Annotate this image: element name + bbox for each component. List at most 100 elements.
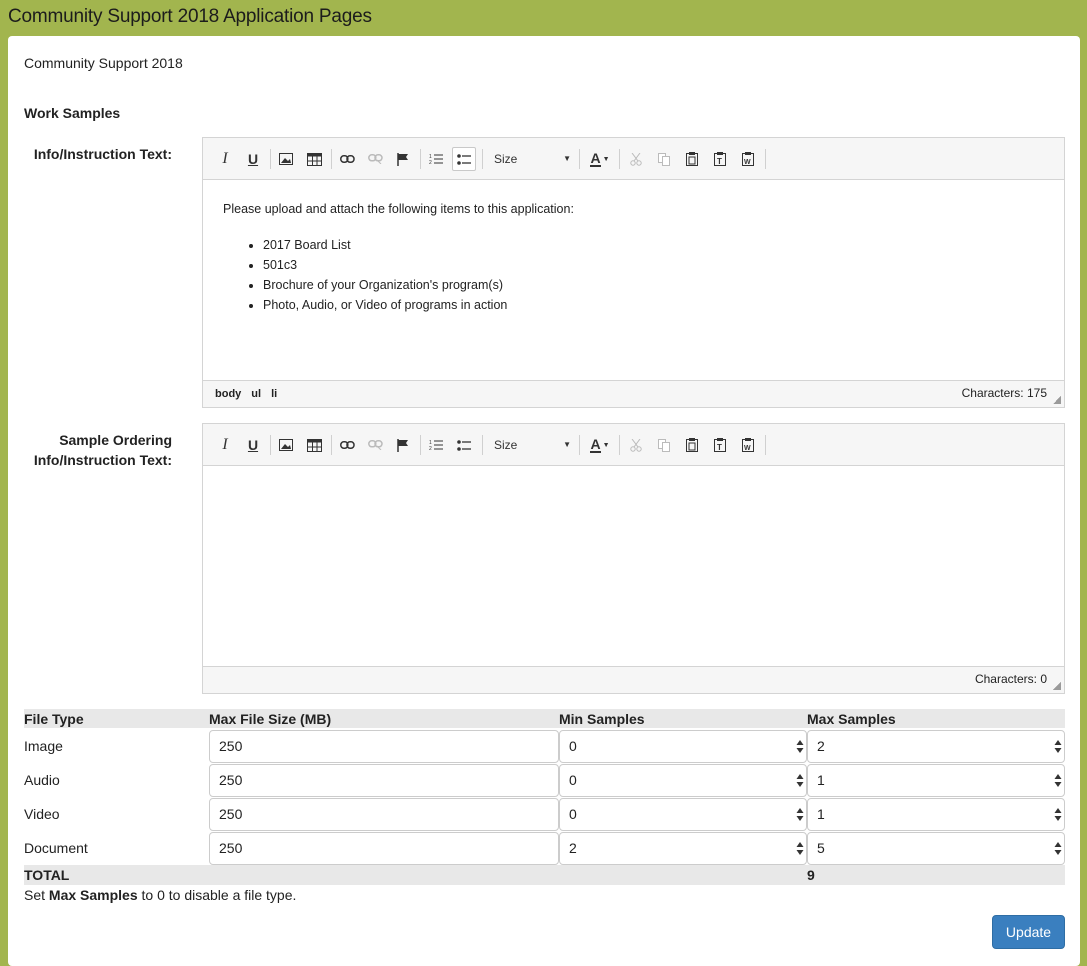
stepper-arrows-icon[interactable]: [1054, 842, 1062, 855]
instruction-list: 2017 Board List 501c3 Brochure of your O…: [223, 235, 507, 315]
bullet-list-icon[interactable]: [452, 147, 476, 171]
main-panel: Community Support 2018 Work Samples Info…: [8, 36, 1080, 966]
resize-handle[interactable]: [1053, 396, 1061, 404]
table-icon[interactable]: [302, 147, 326, 171]
stepper-arrows-icon[interactable]: [1054, 740, 1062, 753]
max-size-input[interactable]: 250: [209, 730, 559, 763]
path-body[interactable]: body: [215, 388, 241, 400]
ordered-list-icon[interactable]: 12: [424, 147, 448, 171]
italic-icon[interactable]: I: [213, 147, 237, 171]
element-path: body ul li: [215, 388, 287, 400]
max-samples-stepper[interactable]: 1: [807, 764, 1065, 797]
max-size-input[interactable]: 250: [209, 798, 559, 831]
font-size-dropdown[interactable]: Size ▼: [487, 148, 575, 170]
editor-content[interactable]: Please upload and attach the following i…: [203, 180, 1064, 380]
underline-icon[interactable]: U: [241, 433, 265, 457]
stepper-arrows-icon[interactable]: [1054, 808, 1062, 821]
svg-text:W: W: [744, 445, 751, 452]
min-samples-stepper[interactable]: 0: [559, 764, 807, 797]
editor-toolbar: I U 12 Size ▼ A ▼ T W: [203, 424, 1064, 466]
max-size-input[interactable]: 250: [209, 832, 559, 865]
header-file-type: File Type: [24, 711, 84, 727]
link-icon[interactable]: [335, 147, 359, 171]
image-icon[interactable]: [274, 433, 298, 457]
total-label: TOTAL: [24, 867, 70, 883]
svg-text:W: W: [744, 159, 751, 166]
font-color-icon[interactable]: A ▼: [585, 147, 615, 171]
stepper-arrows-icon[interactable]: [796, 740, 804, 753]
table-icon[interactable]: [302, 433, 326, 457]
stepper-arrows-icon[interactable]: [796, 774, 804, 787]
file-type-label: Image: [24, 738, 63, 754]
max-samples-stepper[interactable]: 1: [807, 798, 1065, 831]
paste-icon[interactable]: [680, 433, 704, 457]
sample-ordering-label: Sample Ordering Info/Instruction Text:: [33, 432, 172, 468]
page-header: Community Support 2018 Application Pages: [0, 0, 1087, 36]
underline-icon[interactable]: U: [241, 147, 265, 171]
editor-statusbar: Characters: 0: [203, 666, 1064, 693]
editor-toolbar: I U 12 Size ▼ A ▼ T W: [203, 138, 1064, 180]
paste-word-icon[interactable]: W: [736, 147, 760, 171]
font-color-icon[interactable]: A ▼: [585, 433, 615, 457]
editor-statusbar: body ul li Characters: 175: [203, 380, 1064, 407]
paste-text-icon[interactable]: T: [708, 147, 732, 171]
flag-icon[interactable]: [391, 147, 415, 171]
italic-icon[interactable]: I: [213, 433, 237, 457]
unlink-icon[interactable]: [363, 433, 387, 457]
update-button[interactable]: Update: [992, 915, 1065, 949]
chevron-down-icon: ▼: [563, 440, 571, 449]
paste-text-icon[interactable]: T: [708, 433, 732, 457]
svg-text:2: 2: [429, 160, 432, 165]
cut-icon[interactable]: [624, 147, 648, 171]
list-item: 2017 Board List: [263, 235, 507, 255]
paste-icon[interactable]: [680, 147, 704, 171]
chevron-down-icon: ▼: [563, 154, 571, 163]
list-item: 501c3: [263, 255, 507, 275]
ordered-list-icon[interactable]: 12: [424, 433, 448, 457]
resize-handle[interactable]: [1053, 682, 1061, 690]
list-item: Photo, Audio, or Video of programs in ac…: [263, 295, 507, 315]
path-li[interactable]: li: [271, 388, 277, 400]
header-max-size: Max File Size (MB): [209, 711, 332, 727]
font-size-dropdown[interactable]: Size ▼: [487, 434, 575, 456]
table-header: File Type Max File Size (MB) Min Samples…: [24, 709, 1065, 728]
flag-icon[interactable]: [391, 433, 415, 457]
max-size-input[interactable]: 250: [209, 764, 559, 797]
paste-word-icon[interactable]: W: [736, 433, 760, 457]
stepper-arrows-icon[interactable]: [796, 842, 804, 855]
section-heading: Work Samples: [24, 105, 121, 121]
table-total-row: TOTAL 9: [24, 865, 1065, 885]
bullet-list-icon[interactable]: [452, 433, 476, 457]
application-name: Community Support 2018: [24, 55, 183, 71]
path-ul[interactable]: ul: [251, 388, 261, 400]
file-type-label: Audio: [24, 772, 60, 788]
min-samples-stepper[interactable]: 2: [559, 832, 807, 865]
page-title: Community Support 2018 Application Pages: [8, 6, 372, 27]
stepper-arrows-icon[interactable]: [1054, 774, 1062, 787]
svg-text:T: T: [717, 443, 722, 452]
header-max-samples: Max Samples: [807, 711, 896, 727]
unlink-icon[interactable]: [363, 147, 387, 171]
image-icon[interactable]: [274, 147, 298, 171]
min-samples-stepper[interactable]: 0: [559, 798, 807, 831]
info-text-editor[interactable]: I U 12 Size ▼ A ▼ T W Please upload and …: [202, 137, 1065, 408]
sample-ordering-editor[interactable]: I U 12 Size ▼ A ▼ T W Characters: 0: [202, 423, 1065, 694]
link-icon[interactable]: [335, 433, 359, 457]
file-type-label: Video: [24, 806, 60, 822]
max-samples-note: Set Max Samples to 0 to disable a file t…: [24, 887, 297, 903]
list-item: Brochure of your Organization's program(…: [263, 275, 507, 295]
svg-text:2: 2: [429, 446, 432, 451]
max-samples-stepper[interactable]: 5: [807, 832, 1065, 865]
cut-icon[interactable]: [624, 433, 648, 457]
min-samples-stepper[interactable]: 0: [559, 730, 807, 763]
stepper-arrows-icon[interactable]: [796, 808, 804, 821]
copy-icon[interactable]: [652, 147, 676, 171]
svg-text:T: T: [717, 157, 722, 166]
editor-content[interactable]: [203, 466, 1064, 666]
copy-icon[interactable]: [652, 433, 676, 457]
character-count: Characters: 0: [974, 672, 1047, 686]
character-count: Characters: 175: [961, 386, 1047, 400]
max-samples-stepper[interactable]: 2: [807, 730, 1065, 763]
header-min-samples: Min Samples: [559, 711, 645, 727]
total-value: 9: [807, 867, 815, 883]
